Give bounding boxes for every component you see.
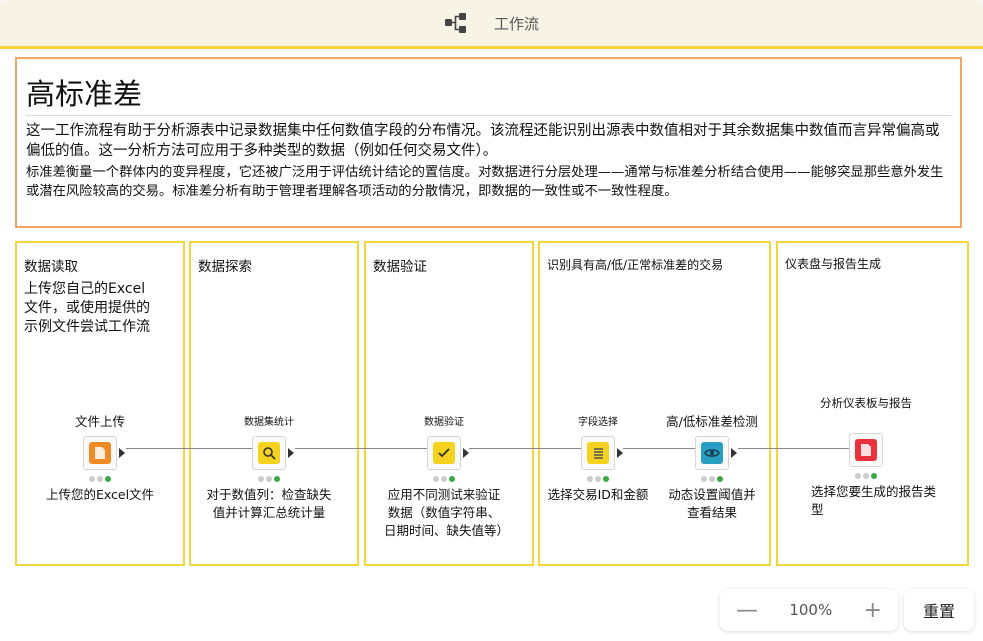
section-data-reading[interactable]: 数据读取 上传您自己的Excel 文件，或使用提供的 示例文件尝试工作流 (15, 241, 185, 566)
node-label: 高/低标准差检测 (666, 414, 758, 429)
node-caption: 对于数值列：检查缺失值并计算汇总统计量 (206, 487, 332, 520)
zoom-level: 100% (789, 601, 833, 619)
divider (26, 115, 951, 116)
node-status (40, 476, 160, 482)
node-box[interactable] (83, 436, 125, 470)
zoom-out-button[interactable]: — (736, 598, 758, 623)
node-label: 字段选择 (578, 417, 618, 428)
node-box[interactable] (252, 436, 294, 470)
node-status (538, 476, 658, 482)
node-caption: 上传您的Excel文件 (45, 487, 155, 502)
node-std-detection[interactable]: 高/低标准差检测 动态设置阈值并查看结果 (652, 411, 772, 522)
node-status (806, 473, 926, 479)
section-title: 数据读取 (24, 259, 78, 275)
checkmark-icon (433, 442, 455, 464)
section-title: 识别具有高/低/正常标准差的交易 (547, 258, 724, 272)
node-box[interactable] (849, 433, 883, 467)
workflow-annotation[interactable]: 高标准差 这一工作流程有助于分析源表中记录数据集中任何数值字段的分布情况。该流程… (15, 57, 962, 228)
node-caption: 动态设置阈值并查看结果 (668, 487, 756, 520)
node-status (384, 476, 504, 482)
magnifier-icon (258, 442, 280, 464)
node-field-selection[interactable]: 字段选择 选择交易ID和金额 (538, 411, 658, 504)
reset-button[interactable]: 重置 (904, 589, 974, 631)
node-label: 文件上传 (74, 414, 125, 429)
report-icon (855, 439, 877, 461)
section-title: 仪表盘与报告生成 (785, 257, 882, 271)
node-caption: 应用不同测试来验证数据（数值字符串、日期时间、缺失值等） (384, 487, 510, 538)
node-label: 分析仪表板与报告 (820, 396, 912, 410)
page-title: 工作流 (493, 14, 539, 33)
node-dataset-statistics[interactable]: 数据集统计 对于数值列：检查缺失值并计算汇总统计量 (206, 411, 331, 522)
output-port[interactable] (731, 448, 737, 458)
annotation-description-detail: 标准差衡量一个群体内的变异程度，它还被广泛用于评估统计结论的置信度。对数据进行分… (26, 165, 944, 199)
node-status (209, 476, 329, 482)
section-subtitle: 上传您自己的Excel 文件，或使用提供的 示例文件尝试工作流 (24, 281, 150, 335)
output-port[interactable] (288, 448, 294, 458)
output-port[interactable] (119, 448, 125, 458)
node-dashboard-report[interactable]: 分析仪表板与报告 选择您要生成的报告类型 (806, 395, 936, 519)
title-bar: 工作流 (0, 0, 983, 49)
zoom-in-button[interactable]: + (864, 598, 882, 623)
node-file-upload[interactable]: 文件上传 上传您的Excel文件 (40, 411, 160, 504)
output-port[interactable] (617, 448, 623, 458)
node-label: 数据验证 (424, 417, 464, 428)
node-caption: 选择您要生成的报告类型 (811, 484, 937, 517)
node-status (652, 476, 772, 482)
node-caption: 选择交易ID和金额 (547, 487, 649, 502)
annotation-description: 这一工作流程有助于分析源表中记录数据集中任何数值字段的分布情况。该流程还能识别出… (26, 123, 940, 159)
output-port[interactable] (463, 448, 469, 458)
node-box[interactable] (427, 436, 469, 470)
list-select-icon (587, 442, 609, 464)
zoom-controls: — 100% + (720, 589, 898, 631)
workflow-icon (444, 13, 466, 33)
node-data-validation[interactable]: 数据验证 应用不同测试来验证数据（数值字符串、日期时间、缺失值等） (384, 411, 510, 540)
node-label: 数据集统计 (244, 417, 294, 428)
file-upload-icon (89, 442, 111, 464)
node-box[interactable] (581, 436, 623, 470)
section-title: 数据验证 (373, 259, 427, 275)
section-title: 数据探索 (198, 259, 252, 275)
eye-icon (701, 442, 723, 464)
annotation-heading: 高标准差 (26, 77, 143, 111)
node-box[interactable] (695, 436, 737, 470)
